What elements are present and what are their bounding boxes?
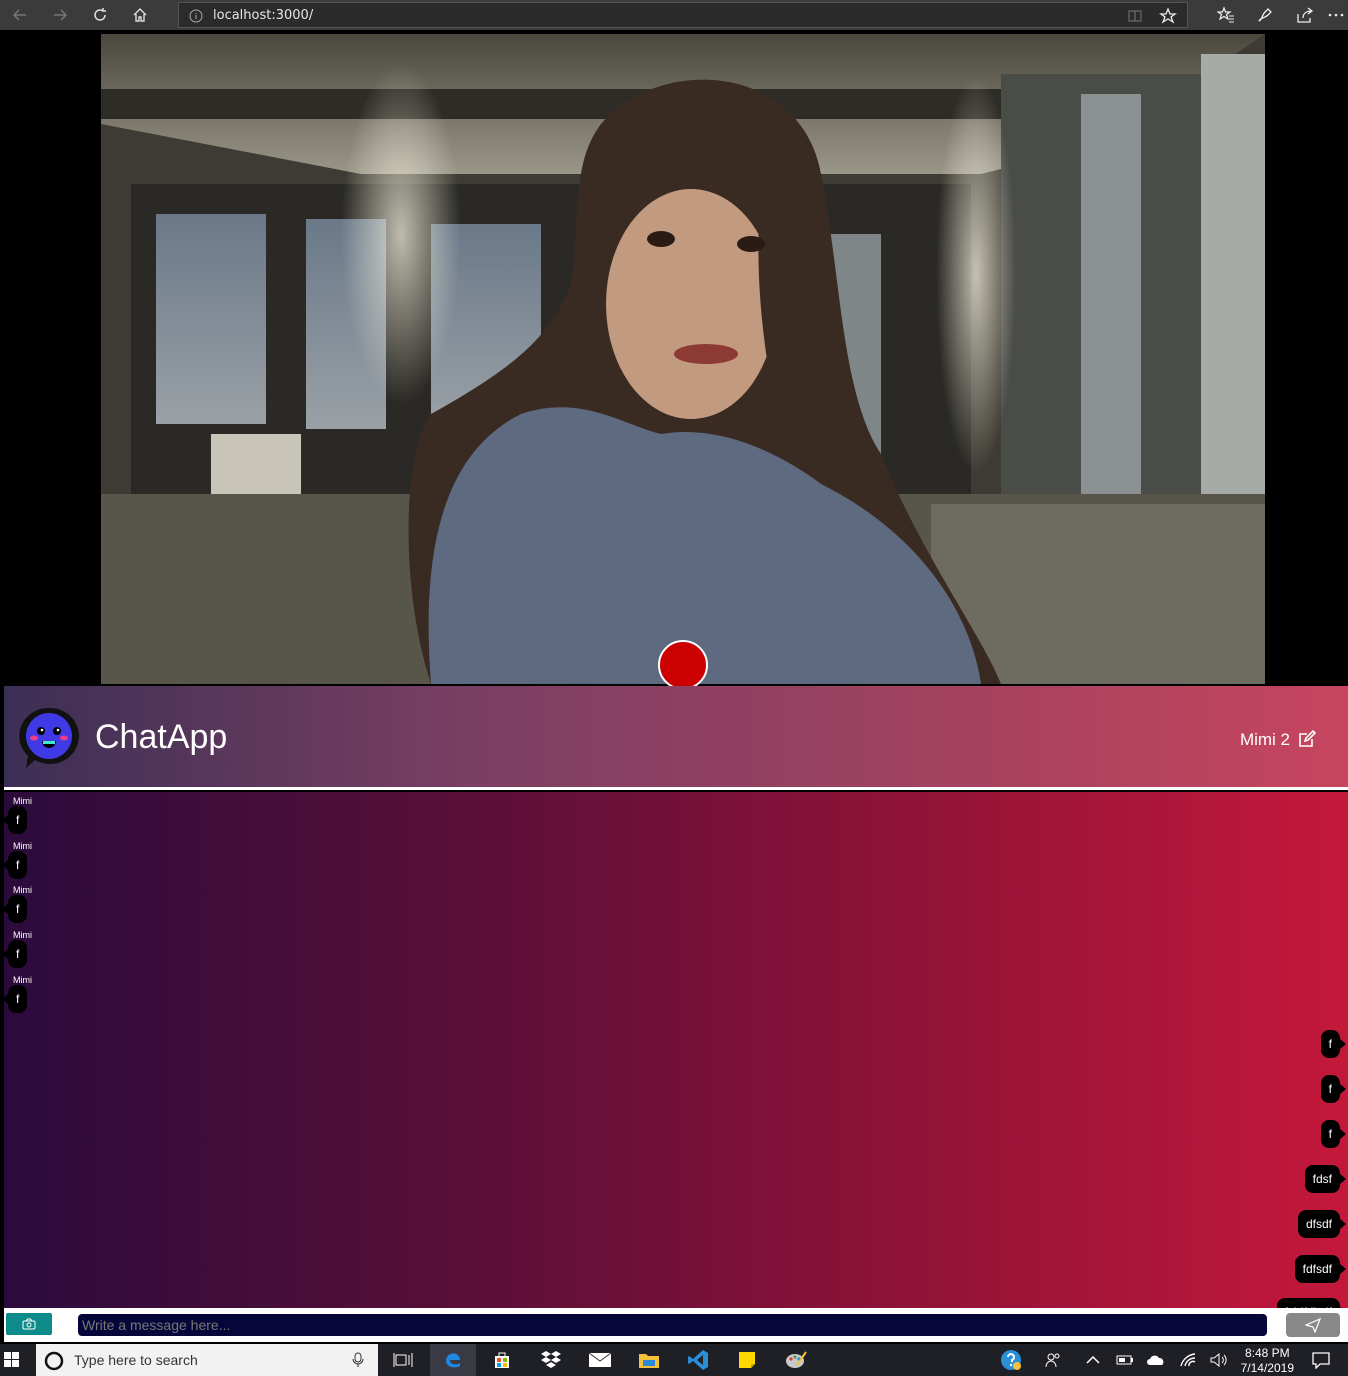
outgoing-message: f: [1320, 1030, 1347, 1058]
outgoing-message: f: [1320, 1120, 1347, 1148]
message-input[interactable]: [76, 1312, 1269, 1338]
pen-icon[interactable]: [1247, 0, 1283, 30]
message-sender: Mimi: [13, 930, 32, 940]
cortana-icon: [44, 1351, 64, 1376]
webcam-video: [101, 34, 1265, 684]
share-icon[interactable]: [1287, 0, 1323, 30]
outgoing-message: fdsf: [1304, 1165, 1347, 1193]
browser-toolbar: localhost:3000/: [0, 0, 1348, 30]
incoming-message: Mimi f: [4, 930, 32, 968]
message-bubble: f: [1320, 1120, 1347, 1148]
incoming-message: Mimi f: [4, 975, 32, 1013]
message-sender: Mimi: [13, 885, 32, 895]
site-info-icon[interactable]: [189, 9, 203, 28]
sticky-notes-icon[interactable]: [734, 1348, 760, 1372]
message-bubble: dfsdf: [1297, 1210, 1347, 1238]
paint-icon[interactable]: [783, 1348, 809, 1372]
action-center-icon[interactable]: [1308, 1348, 1334, 1372]
edge-icon[interactable]: [430, 1344, 476, 1376]
message-list[interactable]: Mimi f Mimi f Mimi f Mimi f Mimi f f f f: [4, 792, 1348, 1308]
outgoing-message: fsjdfdjsdf: [1276, 1298, 1347, 1308]
mail-icon[interactable]: [587, 1348, 613, 1372]
message-sender: Mimi: [13, 841, 32, 851]
onedrive-icon[interactable]: [1143, 1348, 1169, 1372]
chat-app: ChatApp Mimi 2 Mimi f Mimi f Mimi f Mimi…: [4, 686, 1348, 1342]
dropbox-icon[interactable]: [538, 1348, 564, 1372]
people-icon[interactable]: [1040, 1348, 1066, 1372]
message-bubble: fdfsdf: [1294, 1255, 1347, 1283]
incoming-message: Mimi f: [4, 885, 32, 923]
message-bubble: fdsf: [1304, 1165, 1347, 1193]
forward-icon[interactable]: [42, 0, 78, 30]
send-icon: [1305, 1317, 1321, 1333]
reading-view-icon[interactable]: [1127, 8, 1143, 29]
send-button[interactable]: [1284, 1311, 1342, 1339]
file-explorer-icon[interactable]: [636, 1348, 662, 1372]
more-icon[interactable]: [1325, 0, 1347, 30]
message-bubble: f: [4, 895, 28, 923]
system-clock[interactable]: 8:48 PM 7/14/2019: [1241, 1346, 1294, 1376]
store-icon[interactable]: [489, 1348, 515, 1372]
home-icon[interactable]: [122, 0, 158, 30]
message-sender: Mimi: [13, 975, 32, 985]
edit-name-icon[interactable]: [1298, 729, 1317, 753]
message-bubble: f: [4, 851, 28, 879]
address-bar[interactable]: localhost:3000/: [178, 2, 1188, 28]
taskbar-search-box[interactable]: Type here to search: [36, 1344, 378, 1376]
vscode-icon[interactable]: [685, 1348, 711, 1372]
back-icon[interactable]: [2, 0, 38, 30]
app-title: ChatApp: [95, 718, 228, 756]
incoming-message: Mimi f: [4, 796, 32, 834]
favorite-star-icon[interactable]: [1159, 7, 1177, 30]
record-button[interactable]: [658, 640, 708, 690]
volume-icon[interactable]: [1206, 1348, 1232, 1372]
task-view-icon[interactable]: [390, 1348, 416, 1372]
message-sender: Mimi: [13, 796, 32, 806]
clock-date: 7/14/2019: [1240, 1361, 1294, 1375]
incoming-message: Mimi f: [4, 841, 32, 879]
favorites-icon[interactable]: [1208, 0, 1244, 30]
chat-header: ChatApp Mimi 2: [4, 686, 1348, 790]
message-bubble: f: [1320, 1030, 1347, 1058]
webcam-image: [101, 34, 1265, 684]
help-icon[interactable]: [998, 1348, 1024, 1372]
refresh-icon[interactable]: [82, 0, 118, 30]
battery-icon[interactable]: [1112, 1348, 1138, 1372]
current-user-name: Mimi 2: [1239, 730, 1290, 749]
message-bubble: f: [4, 806, 28, 834]
taskbar-search-text: Type here to search: [74, 1352, 198, 1368]
message-bubble: f: [1320, 1075, 1347, 1103]
message-bubble: fsjdfdjsdf: [1276, 1298, 1347, 1308]
outgoing-message: f: [1320, 1075, 1347, 1103]
chatapp-logo-icon: [18, 706, 80, 770]
outgoing-message: fdfsdf: [1294, 1255, 1347, 1283]
microphone-icon[interactable]: [352, 1352, 364, 1373]
windows-taskbar: Type here to search 8:48 PM 7/14/2019: [0, 1344, 1348, 1376]
message-bubble: f: [4, 985, 28, 1013]
message-bubble: f: [4, 940, 28, 968]
camera-icon: [22, 1318, 36, 1330]
url-text: localhost:3000/: [213, 8, 314, 23]
wifi-icon[interactable]: [1176, 1348, 1202, 1372]
outgoing-message: dfsdf: [1297, 1210, 1347, 1238]
message-composer: [4, 1308, 1348, 1342]
video-area: [0, 34, 1348, 690]
clock-time: 8:48 PM: [1244, 1346, 1290, 1360]
chevron-up-icon[interactable]: [1080, 1348, 1106, 1372]
camera-button[interactable]: [4, 1311, 54, 1337]
windows-start-icon[interactable]: [2, 1348, 22, 1372]
